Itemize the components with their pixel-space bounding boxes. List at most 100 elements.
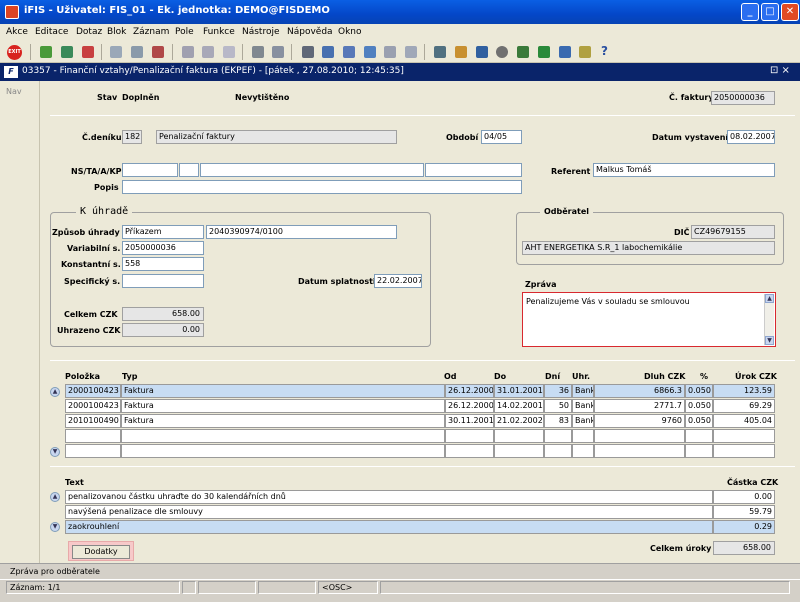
table-cell[interactable] — [713, 444, 775, 458]
table-cell[interactable] — [494, 444, 544, 458]
web-button[interactable] — [557, 44, 573, 60]
table-cell[interactable]: 21.02.2002 — [494, 414, 544, 428]
ucet-field[interactable]: 2040390974/0100 — [206, 225, 397, 239]
table-cell[interactable] — [713, 429, 775, 443]
scroll-up-icon[interactable]: ▲ — [765, 294, 774, 303]
text-row-amount[interactable]: 0.00 — [713, 490, 775, 504]
table-cell[interactable]: 405.04 — [713, 414, 775, 428]
table-cell[interactable] — [544, 429, 572, 443]
dodatky-button[interactable]: Dodatky — [72, 545, 130, 559]
obdobi-field[interactable]: 04/05 — [481, 130, 522, 144]
filter-button[interactable] — [221, 44, 237, 60]
menu-funkce[interactable]: Funkce — [203, 27, 235, 37]
text-row-amount[interactable]: 59.79 — [713, 505, 775, 519]
find-button[interactable] — [341, 44, 357, 60]
table-cell[interactable]: 26.12.2000 — [445, 399, 494, 413]
table-cell[interactable] — [65, 429, 121, 443]
text-scroll-down-icon[interactable]: ▼ — [50, 522, 60, 532]
table-cell[interactable]: 36 — [544, 384, 572, 398]
datum-vystaveni-field[interactable]: 08.02.2007 — [727, 130, 775, 144]
table-cell[interactable] — [685, 444, 713, 458]
celkem-uroky-field[interactable]: 658.00 — [713, 541, 775, 555]
celkem-czk-field[interactable]: 658.00 — [122, 307, 204, 321]
menu-nastroje[interactable]: Nástroje — [242, 27, 280, 37]
clear-button[interactable] — [150, 44, 166, 60]
konstantni-field[interactable]: 558 — [122, 257, 204, 271]
menu-zaznam[interactable]: Záznam — [133, 27, 169, 37]
query-button[interactable] — [320, 44, 336, 60]
menu-pole[interactable]: Pole — [175, 27, 194, 37]
table-cell[interactable] — [121, 429, 445, 443]
referent-field[interactable]: Malkus Tomáš — [593, 163, 775, 177]
table-cell[interactable] — [594, 429, 685, 443]
table-cell[interactable]: 2771.7 — [594, 399, 685, 413]
table-cell[interactable]: 6866.3 — [594, 384, 685, 398]
table-cell[interactable]: 0.050 — [685, 384, 713, 398]
popis-field[interactable] — [122, 180, 522, 194]
table-cell[interactable]: Banka — [572, 399, 594, 413]
denik-name-field[interactable]: Penalizační faktury — [156, 130, 397, 144]
menu-akce[interactable]: Akce — [6, 27, 28, 37]
table-cell[interactable]: 50 — [544, 399, 572, 413]
cislo-faktury-field[interactable]: 2050000036 — [711, 91, 775, 105]
table-cell[interactable]: 83 — [544, 414, 572, 428]
calculator-button[interactable] — [432, 44, 448, 60]
table-cell[interactable]: 31.01.2001 — [494, 384, 544, 398]
exit-button[interactable]: EXIT — [6, 44, 24, 60]
mail-button[interactable] — [515, 44, 531, 60]
maximize-button[interactable]: □ — [761, 3, 779, 21]
table-cell[interactable] — [494, 429, 544, 443]
sort-button[interactable] — [180, 44, 196, 60]
specificky-field[interactable] — [122, 274, 204, 288]
form-window-controls[interactable]: ⊡ × — [770, 65, 790, 76]
key-button[interactable] — [577, 44, 593, 60]
nav-label[interactable]: Nav — [6, 87, 22, 96]
datum-splatnosti-field[interactable]: 22.02.2007 — [374, 274, 422, 288]
sort-desc-button[interactable] — [200, 44, 216, 60]
table-cell[interactable]: Faktura — [121, 384, 445, 398]
text-row[interactable]: penalizovanou částku uhraďte do 30 kalen… — [65, 490, 713, 504]
close-button[interactable]: ✕ — [781, 3, 799, 21]
delete-record-button[interactable] — [80, 44, 96, 60]
table-cell[interactable] — [65, 444, 121, 458]
copy-button[interactable] — [108, 44, 124, 60]
table-cell[interactable] — [572, 444, 594, 458]
zprava-textarea[interactable]: Penalizujeme Vás v souladu se smlouvou ▲… — [522, 292, 776, 347]
table-cell[interactable] — [445, 444, 494, 458]
table-cell[interactable]: Faktura — [121, 399, 445, 413]
help-button[interactable]: ? — [598, 44, 614, 60]
dic-field[interactable]: CZ49679155 — [691, 225, 775, 239]
table-cell[interactable] — [685, 429, 713, 443]
table-cell[interactable]: Banka — [572, 414, 594, 428]
table-cell[interactable]: Banka — [572, 384, 594, 398]
table-cell[interactable]: 2000100423 — [65, 399, 121, 413]
table-cell[interactable]: 69.29 — [713, 399, 775, 413]
table-cell[interactable]: 123.59 — [713, 384, 775, 398]
table-cell[interactable]: 2000100423 — [65, 384, 121, 398]
print-button[interactable] — [250, 44, 266, 60]
table-cell[interactable]: 14.02.2001 — [494, 399, 544, 413]
cislo-deniku-field[interactable]: 182 — [122, 130, 142, 144]
a-field[interactable] — [200, 163, 424, 177]
cut-button[interactable] — [300, 44, 316, 60]
table-cell[interactable]: 2010100490 — [65, 414, 121, 428]
print-preview-button[interactable] — [270, 44, 286, 60]
excel-button[interactable] — [536, 44, 552, 60]
menu-editace[interactable]: Editace — [35, 27, 68, 37]
table-cell[interactable]: 30.11.2001 — [445, 414, 494, 428]
save-button[interactable] — [38, 44, 54, 60]
paste-button[interactable] — [129, 44, 145, 60]
list-button[interactable] — [382, 44, 398, 60]
table-cell[interactable]: 0.050 — [685, 399, 713, 413]
settings-button[interactable] — [453, 44, 469, 60]
table-cell[interactable]: 0.050 — [685, 414, 713, 428]
ns-field[interactable] — [122, 163, 178, 177]
table-scroll-down-icon[interactable]: ▼ — [50, 447, 60, 457]
minimize-button[interactable]: _ — [741, 3, 759, 21]
table-cell[interactable] — [445, 429, 494, 443]
ta-field[interactable] — [179, 163, 199, 177]
clock-button[interactable] — [494, 44, 510, 60]
insert-record-button[interactable] — [59, 44, 75, 60]
table-cell[interactable] — [121, 444, 445, 458]
variabilni-field[interactable]: 2050000036 — [122, 241, 204, 255]
